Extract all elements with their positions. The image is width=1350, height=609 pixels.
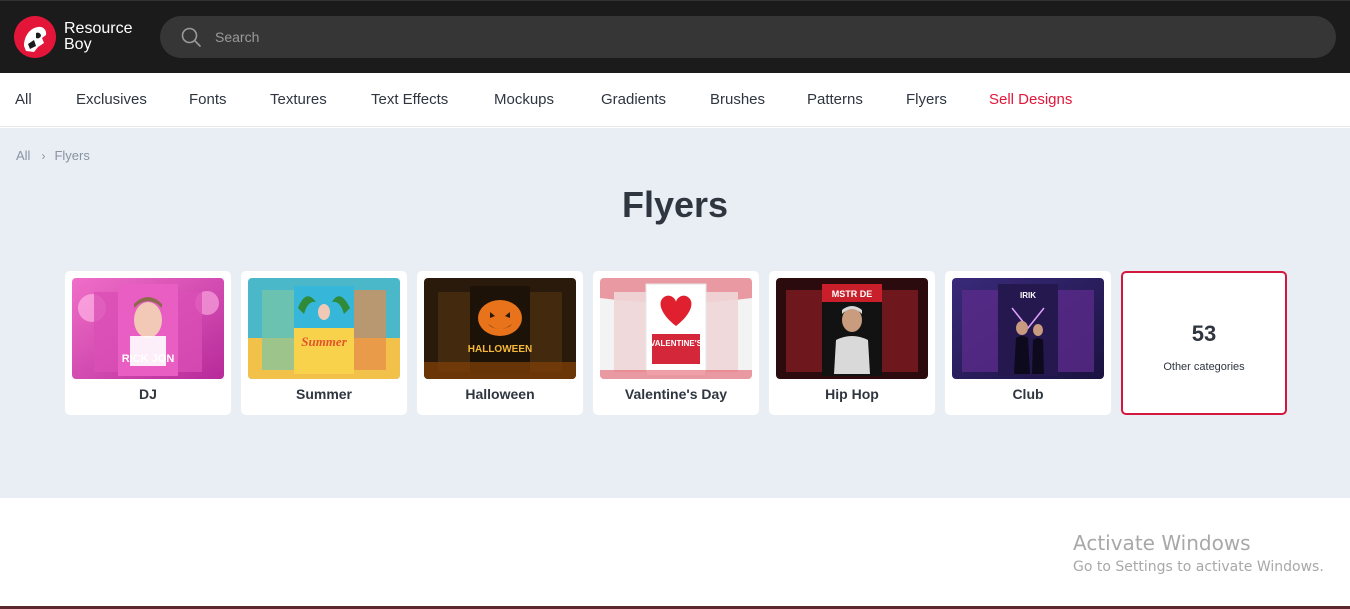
- logo-text: Resource Boy: [64, 21, 132, 53]
- breadcrumb: All › Flyers: [16, 148, 90, 163]
- nav-item-fonts[interactable]: Fonts: [189, 91, 227, 108]
- main-content: All › Flyers Flyers RICK JON DJ Summer S…: [0, 128, 1350, 498]
- nav-item-gradients[interactable]: Gradients: [601, 91, 666, 108]
- category-label: DJ: [139, 386, 157, 402]
- activate-windows-watermark: Activate Windows Go to Settings to activ…: [1073, 531, 1324, 575]
- thumb-text: HALLOWEEN: [468, 344, 532, 355]
- category-label: Club: [1012, 386, 1044, 402]
- category-label: Summer: [295, 386, 353, 402]
- top-bar: Resource Boy: [0, 0, 1350, 73]
- resource-boy-logo-icon: [14, 16, 56, 58]
- category-label: Halloween: [465, 386, 535, 402]
- category-card-hip-hop[interactable]: MSTR DE Hip Hop: [769, 271, 935, 415]
- other-categories-label: Other categories: [1163, 361, 1245, 373]
- logo-line-1: Resource: [64, 20, 133, 37]
- other-categories-count: 53: [1191, 321, 1217, 346]
- nav-item-all[interactable]: All: [15, 91, 32, 108]
- category-card-summer[interactable]: Summer Summer: [241, 271, 407, 415]
- breadcrumb-current: Flyers: [54, 148, 90, 163]
- watermark-subtitle: Go to Settings to activate Windows.: [1073, 559, 1324, 575]
- nav-item-brushes[interactable]: Brushes: [710, 91, 765, 108]
- search-input[interactable]: [215, 29, 1215, 45]
- nav-item-exclusives[interactable]: Exclusives: [76, 91, 147, 108]
- category-thumbnail: RICK JON: [72, 278, 224, 379]
- search-bar[interactable]: [160, 16, 1336, 58]
- nav-item-patterns[interactable]: Patterns: [807, 91, 863, 108]
- category-thumbnail: MSTR DE: [776, 278, 928, 379]
- category-label: Valentine's Day: [624, 386, 728, 402]
- category-thumbnail: Summer: [248, 278, 400, 379]
- thumb-text: IRIK: [1020, 291, 1036, 300]
- thumb-text: MSTR DE: [832, 289, 873, 299]
- other-categories-card[interactable]: 53 Other categories: [1121, 271, 1287, 415]
- page-title: Flyers: [621, 184, 729, 225]
- thumb-text: VALENTINE'S: [650, 339, 703, 348]
- category-card-valentines[interactable]: VALENTINE'S Valentine's Day: [593, 271, 759, 415]
- nav-item-flyers[interactable]: Flyers: [906, 91, 947, 108]
- watermark-title: Activate Windows: [1073, 531, 1251, 555]
- nav-item-sell-designs[interactable]: Sell Designs: [989, 91, 1072, 108]
- category-nav: All Exclusives Fonts Textures Text Effec…: [0, 73, 1350, 127]
- nav-item-text-effects[interactable]: Text Effects: [371, 91, 448, 108]
- breadcrumb-root[interactable]: All: [16, 148, 30, 163]
- category-card-halloween[interactable]: HALLOWEEN Halloween: [417, 271, 583, 415]
- logo-line-2: Boy: [64, 36, 92, 53]
- category-thumbnail: VALENTINE'S: [600, 278, 752, 379]
- category-label: Hip Hop: [825, 386, 879, 402]
- chevron-right-icon: ›: [41, 148, 46, 163]
- thumb-text: RICK JON: [122, 353, 175, 365]
- category-card-dj[interactable]: RICK JON DJ: [65, 271, 231, 415]
- category-thumbnail: IRIK: [952, 278, 1104, 379]
- search-icon: [181, 27, 201, 47]
- site-logo[interactable]: Resource Boy: [14, 15, 134, 59]
- nav-item-textures[interactable]: Textures: [270, 91, 327, 108]
- nav-item-mockups[interactable]: Mockups: [494, 91, 554, 108]
- category-thumbnail: HALLOWEEN: [424, 278, 576, 379]
- category-card-club[interactable]: IRIK Club: [945, 271, 1111, 415]
- thumb-text: Summer: [301, 334, 347, 349]
